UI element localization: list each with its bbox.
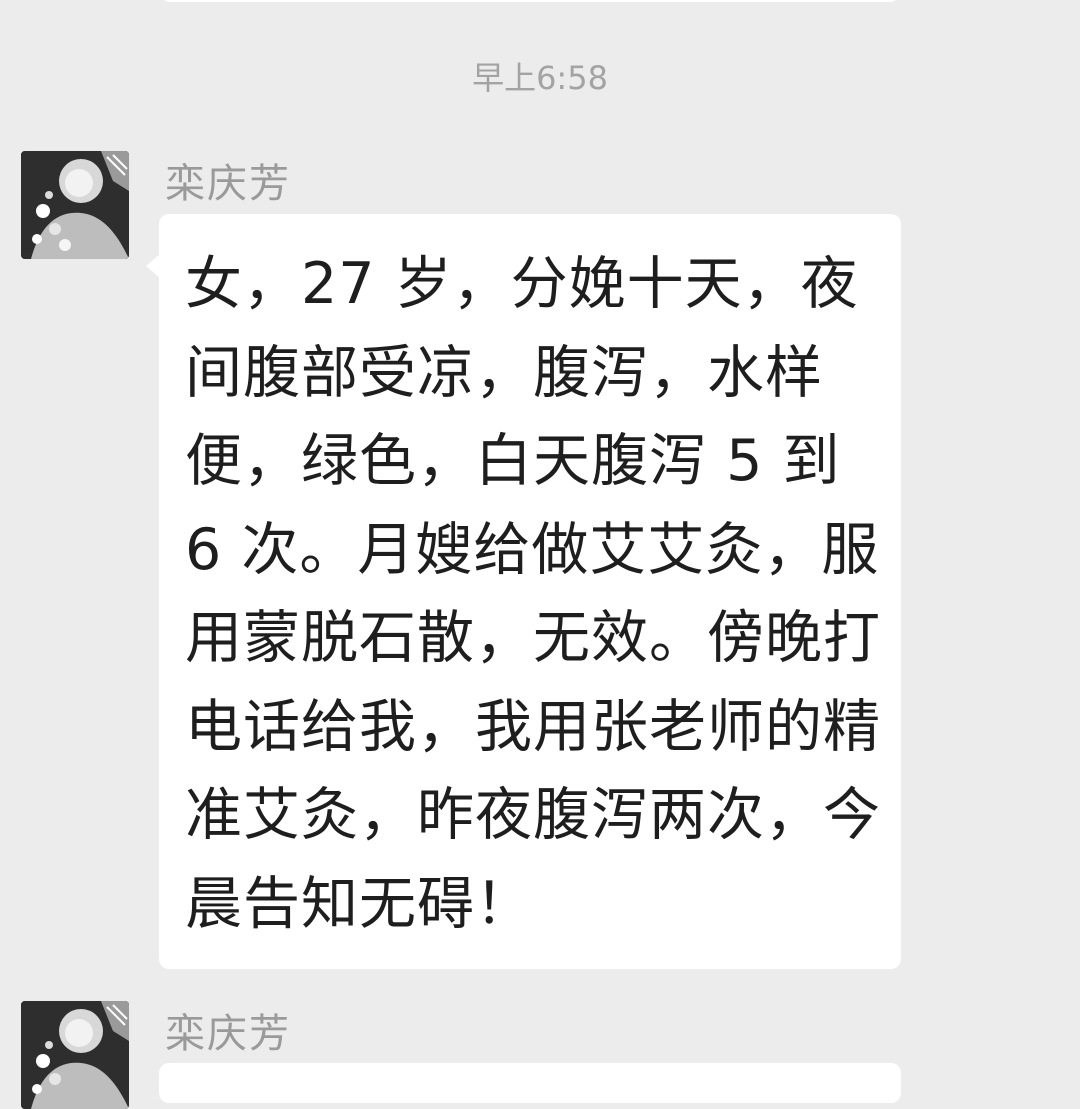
bubble-tail <box>146 254 160 278</box>
sender-avatar[interactable] <box>21 1001 129 1109</box>
message-text: 女，27 岁，分娩十天，夜间腹部受凉，腹泻，水样便，绿色，白天腹泻 5 到 6 … <box>185 251 881 937</box>
message-bubble[interactable] <box>159 1063 901 1103</box>
sender-avatar[interactable] <box>21 151 129 259</box>
message-bubble[interactable]: 女，27 岁，分娩十天，夜间腹部受凉，腹泻，水样便，绿色，白天腹泻 5 到 6 … <box>146 214 901 969</box>
sender-name: 栾庆芳 <box>165 1011 291 1057</box>
previous-message-bubble[interactable] <box>160 0 900 2</box>
message-timestamp: 早上6:58 <box>472 59 608 97</box>
sender-name: 栾庆芳 <box>165 161 291 207</box>
avatar-photo-icon <box>21 1001 129 1109</box>
avatar-photo-icon <box>21 151 129 259</box>
